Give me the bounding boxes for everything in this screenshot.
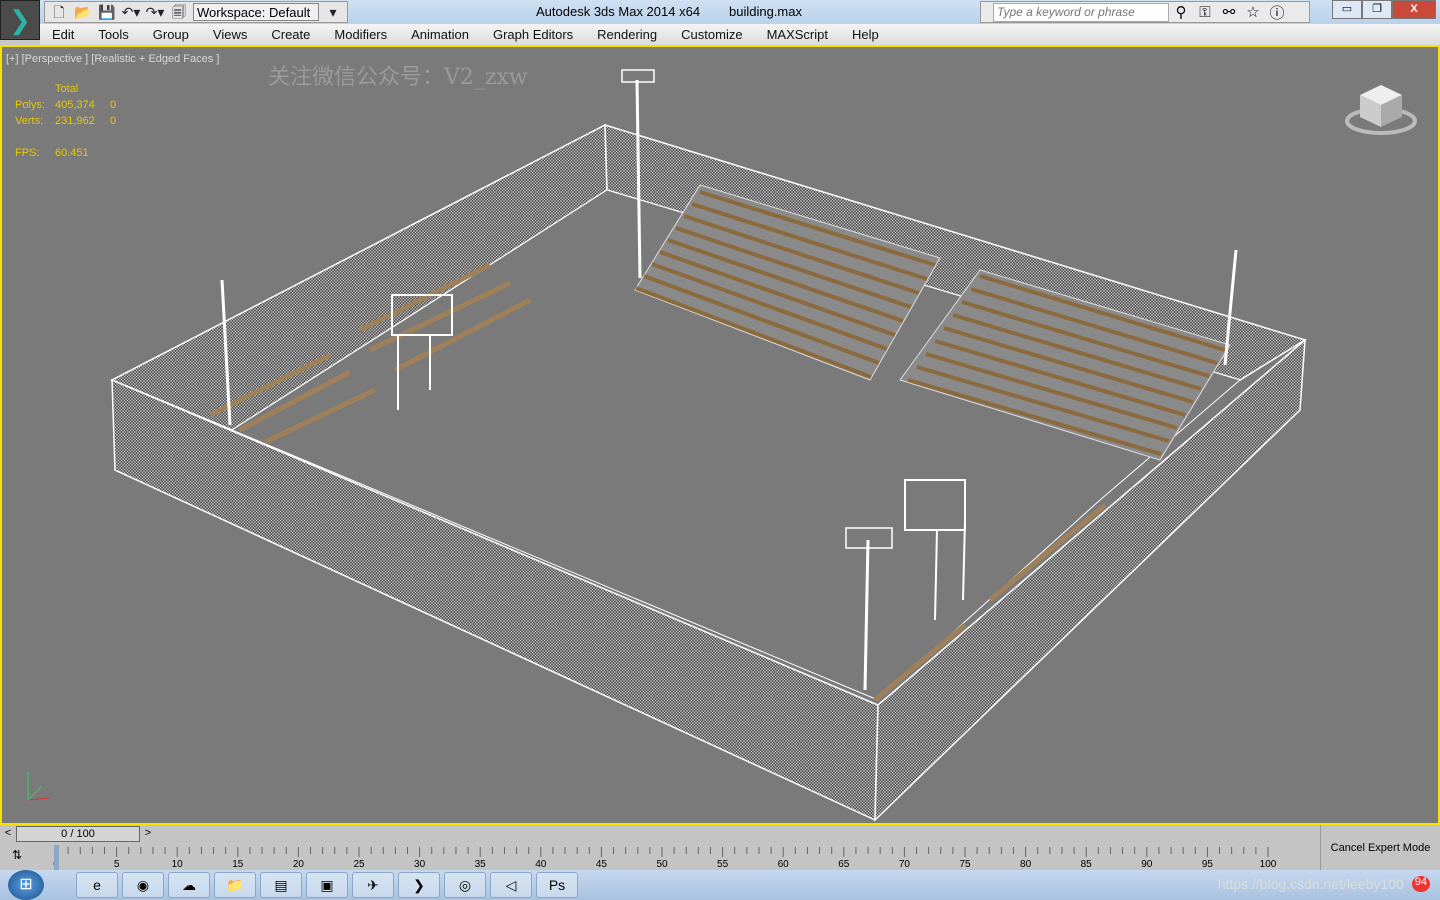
window-controls: ▭ ❐ X	[1332, 0, 1436, 19]
perspective-viewport[interactable]: [+] [Perspective ] [Realistic + Edged Fa…	[0, 45, 1440, 825]
restore-button[interactable]: ❐	[1362, 0, 1392, 19]
menu-tools[interactable]: Tools	[86, 27, 140, 42]
current-frame-marker	[54, 845, 59, 870]
frame-label: 100	[1260, 859, 1277, 870]
verts-label: Verts:	[15, 115, 44, 127]
app-menu-button[interactable]: ❯	[0, 0, 40, 40]
watermark-text: 关注微信公众号：V2_zxw	[268, 65, 528, 90]
star-icon[interactable]: ☆	[1241, 3, 1265, 21]
frame-label: 50	[656, 859, 668, 870]
3dsmax-icon[interactable]: ❯	[398, 872, 440, 898]
viewcube[interactable]	[1344, 77, 1418, 137]
vmware-icon[interactable]: ◎	[444, 872, 486, 898]
frame-label: 20	[293, 859, 305, 870]
key-icon[interactable]: ⚿	[1193, 4, 1217, 21]
menu-graph-editors[interactable]: Graph Editors	[481, 27, 585, 42]
start-button[interactable]: ⊞	[8, 870, 44, 900]
save-icon[interactable]: 💾	[97, 3, 117, 21]
cancel-expert-mode-button[interactable]: Cancel Expert Mode	[1320, 825, 1440, 870]
next-frame-button[interactable]: >	[141, 826, 155, 842]
binoculars-icon[interactable]: ⚲	[1169, 3, 1193, 21]
menu-group[interactable]: Group	[141, 27, 201, 42]
new-file-icon[interactable]: 🗋	[49, 3, 69, 21]
verts-selected: 0	[110, 115, 117, 127]
redo-icon[interactable]: ↷▾	[145, 3, 165, 21]
infocenter: ⚲ ⚿ ⚯ ☆ ⓘ	[980, 1, 1310, 23]
menu-bar: Edit Tools Group Views Create Modifiers …	[40, 24, 1440, 45]
polys-selected: 0	[110, 99, 117, 111]
frame-label: 30	[414, 859, 426, 870]
time-slider-bar: < 0 / 100 >	[0, 825, 1320, 845]
prev-frame-button[interactable]: <	[1, 826, 15, 842]
menu-create[interactable]: Create	[259, 27, 322, 42]
unity-icon[interactable]: ◁	[490, 872, 532, 898]
mini-curve-editor-icon[interactable]: ⇅	[12, 848, 22, 862]
project-folder-icon[interactable]: 🗐	[169, 3, 189, 21]
menu-maxscript[interactable]: MAXScript	[755, 27, 840, 42]
frame-label: 65	[838, 859, 850, 870]
close-button[interactable]: X	[1392, 0, 1436, 19]
stats-header: Total	[55, 83, 79, 95]
file-name: building.max	[729, 4, 802, 19]
frame-label: 85	[1081, 859, 1093, 870]
frame-label: 80	[1020, 859, 1032, 870]
frame-label: 45	[596, 859, 608, 870]
system-tray: https://blog.csdn.net/leeby100 94	[1218, 876, 1430, 892]
time-slider[interactable]: 0 / 100	[16, 826, 140, 842]
fps-label: FPS:	[15, 147, 40, 159]
frame-label: 95	[1202, 859, 1214, 870]
frame-label: 10	[172, 859, 184, 870]
frame-label: 90	[1141, 859, 1153, 870]
frame-label: 40	[535, 859, 547, 870]
frame-label: 25	[353, 859, 365, 870]
iqiyi-icon[interactable]: ▣	[306, 872, 348, 898]
frame-ruler[interactable]: 0510152025303540455055606570758085909510…	[52, 845, 1320, 870]
scene-model	[110, 69, 1307, 822]
search-input[interactable]	[993, 2, 1169, 22]
winrar-icon[interactable]: ▤	[260, 872, 302, 898]
viewport-label[interactable]: [+] [Perspective ] [Realistic + Edged Fa…	[6, 53, 219, 65]
frame-label: 55	[717, 859, 729, 870]
track-bar[interactable]: ⇅ 05101520253035404550556065707580859095…	[0, 845, 1320, 870]
customize-toolbar-icon[interactable]: ▾	[323, 3, 343, 21]
verts-value: 231,962	[55, 115, 95, 127]
frame-label: 70	[899, 859, 911, 870]
explorer-icon[interactable]: 📁	[214, 872, 256, 898]
ie-icon[interactable]: e	[76, 872, 118, 898]
csdn-url-watermark: https://blog.csdn.net/leeby100	[1217, 876, 1404, 892]
polys-value: 405,374	[55, 99, 95, 111]
help-icon[interactable]: ⓘ	[1265, 2, 1289, 23]
workspace-dropdown[interactable]: Workspace: Default	[193, 3, 319, 21]
frame-label: 15	[232, 859, 244, 870]
menu-rendering[interactable]: Rendering	[585, 27, 669, 42]
menu-views[interactable]: Views	[201, 27, 259, 42]
open-file-icon[interactable]: 📂	[73, 3, 93, 21]
menu-animation[interactable]: Animation	[399, 27, 481, 42]
frame-label: 75	[959, 859, 971, 870]
menu-help[interactable]: Help	[840, 27, 891, 42]
frame-label: 60	[778, 859, 790, 870]
frame-label: 35	[475, 859, 487, 870]
quick-access-toolbar: 🗋 📂 💾 ↶▾ ↷▾ 🗐 Workspace: Default ▾	[44, 1, 348, 23]
baidu-icon[interactable]: ☁	[168, 872, 210, 898]
menu-edit[interactable]: Edit	[40, 27, 86, 42]
satellite-icon[interactable]: ⚯	[1217, 3, 1241, 21]
menu-customize[interactable]: Customize	[669, 27, 754, 42]
feishu-icon[interactable]: ✈	[352, 872, 394, 898]
chrome-icon[interactable]: ◉	[122, 872, 164, 898]
app-title: Autodesk 3ds Max 2014 x64	[536, 4, 701, 19]
fps-value: 60.451	[55, 147, 89, 159]
title-bar: 🗋 📂 💾 ↶▾ ↷▾ 🗐 Workspace: Default ▾ Autod…	[0, 0, 1440, 24]
minimize-button[interactable]: ▭	[1332, 0, 1362, 19]
undo-icon[interactable]: ↶▾	[121, 3, 141, 21]
photoshop-icon[interactable]: Ps	[536, 872, 578, 898]
frame-label: 5	[114, 859, 120, 870]
axis-tripod-icon	[27, 772, 51, 801]
taskbar: ⊞ e ◉ ☁ 📁 ▤ ▣ ✈ ❯ ◎ ◁ Ps https://blog.csdn.net/lee…	[0, 870, 1440, 900]
polys-label: Polys:	[15, 99, 45, 111]
menu-modifiers[interactable]: Modifiers	[322, 27, 399, 42]
notification-badge[interactable]: 94	[1411, 876, 1430, 892]
